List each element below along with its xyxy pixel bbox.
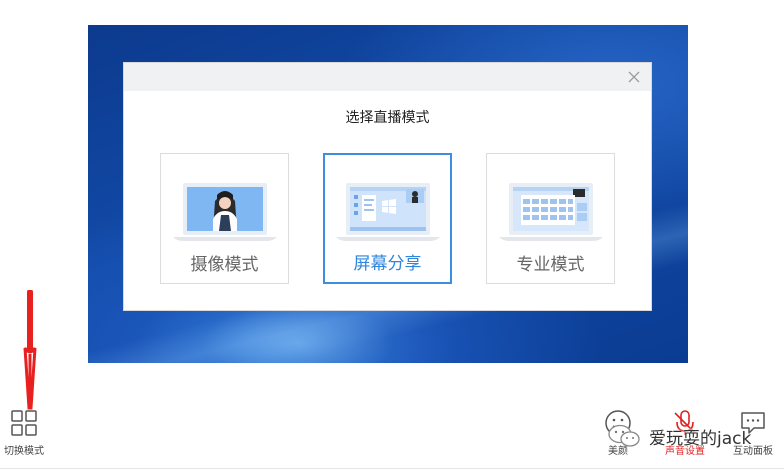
professional-mode-label: 专业模式: [516, 255, 585, 275]
screen-share-illustration-icon: [336, 183, 440, 241]
professional-mode-card[interactable]: 专业模式: [486, 153, 615, 284]
interactive-board-label: 互动面板: [733, 446, 773, 457]
sound-settings-button[interactable]: 声音设置: [659, 408, 711, 457]
toolbar-divider: [0, 468, 784, 469]
beauty-button[interactable]: 美颜: [600, 408, 636, 457]
red-arrow-annotation-icon: [23, 290, 37, 410]
switch-mode-button[interactable]: 切换模式: [2, 408, 46, 457]
close-button[interactable]: [625, 68, 643, 86]
chat-board-icon: [741, 412, 765, 434]
close-icon: [628, 71, 640, 83]
microphone-muted-icon: [674, 410, 696, 435]
sound-settings-label: 声音设置: [665, 446, 705, 457]
screen-share-mode-label: 屏幕分享: [353, 254, 422, 274]
professional-illustration-icon: [499, 183, 603, 241]
dialog-title: 选择直播模式: [345, 110, 430, 126]
mode-select-dialog: 选择直播模式 摄像模式 屏幕分享 专业模式: [123, 62, 652, 311]
interactive-board-button[interactable]: 互动面板: [728, 408, 778, 457]
dialog-titlebar: [124, 63, 651, 91]
switch-mode-label: 切换模式: [4, 446, 44, 457]
camera-mode-label: 摄像模式: [190, 255, 259, 275]
screen-share-mode-card[interactable]: 屏幕分享: [323, 153, 452, 284]
camera-illustration-icon: [173, 183, 277, 241]
smiley-face-icon: [605, 410, 631, 436]
grid-icon: [11, 410, 37, 436]
beauty-label: 美颜: [608, 446, 628, 457]
camera-mode-card[interactable]: 摄像模式: [160, 153, 289, 284]
